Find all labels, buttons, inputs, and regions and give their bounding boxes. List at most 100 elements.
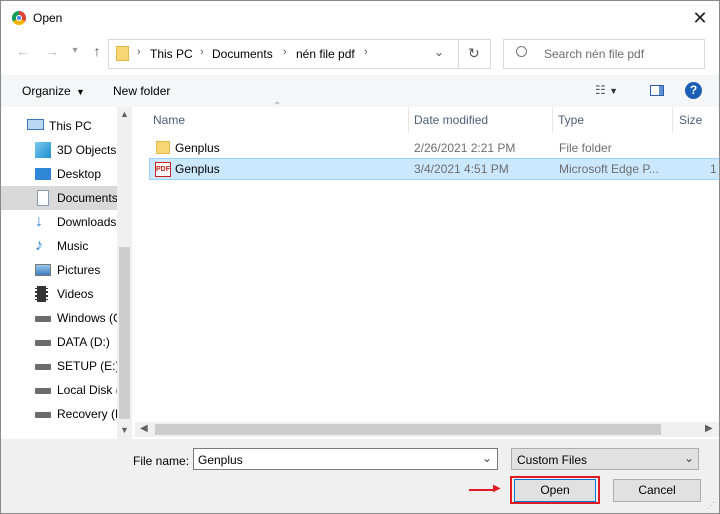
sidebar-item-label: Videos — [57, 287, 94, 301]
organize-button[interactable]: Organize ▼ — [22, 84, 85, 98]
computer-icon — [27, 119, 44, 130]
sidebar-item-label: 3D Objects — [57, 143, 117, 157]
column-headers: Name Date modified Type Size — [133, 107, 719, 133]
resize-grip-icon[interactable]: ⋰ — [707, 501, 715, 510]
scroll-down-icon[interactable]: ▼ — [120, 425, 129, 435]
up-arrow-icon[interactable]: ↑ — [87, 43, 107, 59]
refresh-icon: ↻ — [468, 45, 480, 61]
drive-icon — [35, 388, 51, 394]
file-list-pane: ⌃ Name Date modified Type Size Genplus 2… — [133, 101, 719, 439]
annotation-arrow-head: ▶ — [493, 483, 501, 494]
window-title: Open — [33, 11, 63, 25]
open-dialog: Open ✕ ← → ▾ ↑ › This PC › Documents › n… — [0, 0, 720, 514]
file-date: 3/4/2021 4:51 PM — [414, 162, 509, 176]
forward-arrow-icon[interactable]: → — [42, 43, 62, 59]
file-type: File folder — [559, 141, 612, 155]
sidebar-item-label: Local Disk ( — [57, 383, 117, 397]
sidebar-scrollbar[interactable]: ▲ ▼ — [117, 107, 132, 439]
file-type-value: Custom Files — [517, 453, 588, 467]
help-icon[interactable]: ? — [685, 82, 702, 99]
file-size: 1 — [710, 162, 717, 176]
scroll-right-icon[interactable]: ▶ — [705, 423, 713, 434]
address-bar[interactable]: › This PC › Documents › nén file pdf › ⌄ — [108, 39, 459, 69]
file-list-h-scrollbar[interactable]: ◀ ▶ — [135, 422, 719, 437]
chevron-down-icon[interactable]: ⌄ — [482, 451, 492, 465]
column-divider — [408, 107, 409, 133]
sidebar-item-music[interactable]: ♪ Music — [1, 234, 117, 258]
h-scroll-thumb[interactable] — [155, 424, 661, 435]
file-name-field[interactable]: Genplus ⌄ — [193, 448, 498, 470]
sidebar-item-recovery[interactable]: Recovery (H — [1, 402, 117, 426]
file-date: 2/26/2021 2:21 PM — [414, 141, 516, 155]
table-row-selected[interactable]: PDF Genplus 3/4/2021 4:51 PM Microsoft E… — [149, 158, 719, 180]
back-arrow-icon[interactable]: ← — [13, 43, 33, 59]
sidebar-item-label: DATA (D:) — [57, 335, 110, 349]
dialog-footer: File name: Genplus ⌄ Custom Files ⌄ ▶ Op… — [1, 439, 719, 513]
sidebar-item-label: Recovery (H — [57, 407, 117, 421]
sidebar-item-local-disk[interactable]: Local Disk ( — [1, 378, 117, 402]
documents-icon — [37, 190, 49, 206]
breadcrumb-documents[interactable]: Documents — [212, 47, 273, 61]
file-type: Microsoft Edge P... — [559, 162, 659, 176]
navigation-pane: This PC 3D Objects Desktop Documents ↓ D… — [1, 107, 132, 439]
chevron-down-icon: ⌄ — [684, 451, 695, 465]
file-name: Genplus — [175, 141, 220, 155]
column-divider — [672, 107, 673, 133]
close-icon[interactable]: ✕ — [689, 7, 711, 29]
sidebar-item-videos[interactable]: Videos — [1, 282, 117, 306]
chevron-right-icon: › — [364, 46, 368, 58]
sidebar-item-label: Music — [57, 239, 89, 253]
sidebar-item-label: Windows (C — [57, 311, 117, 325]
sidebar-item-3d-objects[interactable]: 3D Objects — [1, 138, 117, 162]
sidebar-item-documents[interactable]: Documents — [1, 186, 117, 210]
sidebar-item-desktop[interactable]: Desktop — [1, 162, 117, 186]
recent-chevron-icon[interactable]: ▾ — [65, 45, 85, 56]
file-name-input[interactable]: Genplus — [198, 453, 243, 467]
open-button[interactable]: Open — [514, 479, 596, 502]
sidebar-item-setup-e[interactable]: SETUP (E:) — [1, 354, 117, 378]
sidebar-item-pictures[interactable]: Pictures — [1, 258, 117, 282]
search-icon — [516, 46, 527, 57]
music-icon: ♪ — [35, 237, 43, 254]
cube-icon — [35, 142, 51, 158]
sidebar-item-label: SETUP (E:) — [57, 359, 117, 373]
sidebar-item-label: This PC — [49, 119, 92, 133]
scroll-left-icon[interactable]: ◀ — [140, 423, 148, 434]
search-input[interactable]: Search nén file pdf — [544, 47, 644, 61]
column-header-name[interactable]: Name — [153, 113, 185, 127]
folder-icon — [116, 46, 129, 61]
videos-icon — [35, 286, 48, 302]
file-name-label: File name: — [133, 454, 190, 468]
file-type-select[interactable]: Custom Files ⌄ — [511, 448, 699, 470]
desktop-icon — [35, 168, 51, 180]
column-header-size[interactable]: Size — [679, 113, 702, 127]
pdf-icon: PDF — [155, 162, 171, 177]
pictures-icon — [35, 264, 51, 276]
search-box[interactable]: Search nén file pdf — [503, 39, 705, 69]
sidebar-item-downloads[interactable]: ↓ Downloads — [1, 210, 117, 234]
sidebar-item-windows-c[interactable]: Windows (C — [1, 306, 117, 330]
table-row[interactable]: Genplus 2/26/2021 2:21 PM File folder — [149, 137, 719, 159]
chevron-down-icon[interactable]: ⌄ — [434, 45, 444, 59]
sidebar-item-label: Desktop — [57, 167, 102, 181]
sidebar-item-data-d[interactable]: DATA (D:) — [1, 330, 117, 354]
preview-pane-icon[interactable] — [650, 85, 664, 96]
drive-icon — [35, 364, 51, 370]
drive-icon — [35, 412, 51, 418]
sidebar-item-label: Documents — [57, 191, 117, 205]
breadcrumb-current[interactable]: nén file pdf — [296, 47, 355, 61]
sidebar-item-this-pc[interactable]: This PC — [1, 114, 117, 138]
refresh-button[interactable]: ↻ — [458, 39, 491, 69]
sidebar-item-label: Pictures — [57, 263, 101, 277]
column-header-type[interactable]: Type — [558, 113, 584, 127]
cancel-button[interactable]: Cancel — [613, 479, 701, 502]
view-options-icon[interactable]: ☷ ▼ — [595, 83, 618, 97]
dropdown-arrow-icon: ▼ — [76, 87, 85, 97]
scroll-up-icon[interactable]: ▲ — [120, 109, 129, 119]
sidebar-scroll-thumb[interactable] — [119, 247, 130, 419]
title-bar: Open ✕ — [1, 1, 719, 35]
breadcrumb-this-pc[interactable]: This PC — [150, 47, 193, 61]
new-folder-button[interactable]: New folder — [113, 84, 170, 98]
command-toolbar: Organize ▼ New folder ☷ ▼ ? — [1, 75, 719, 107]
column-header-date[interactable]: Date modified — [414, 113, 488, 127]
